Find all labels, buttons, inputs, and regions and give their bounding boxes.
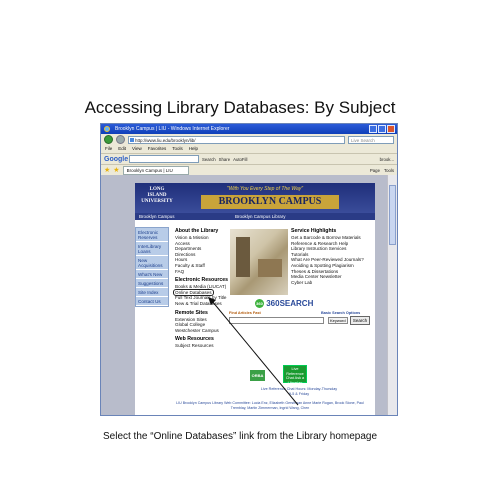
add-favorites-icon[interactable]: ★	[113, 167, 119, 174]
maximize-button[interactable]	[378, 125, 386, 133]
search360-logo: 360 360SEARCH	[255, 299, 314, 309]
remote-heading: Remote Sites	[175, 309, 208, 316]
library-photo	[230, 229, 288, 295]
ask-librarian-button[interactable]: Live Reference Chat Ask a Librarian	[283, 365, 307, 385]
search-type-select[interactable]: Keyword	[328, 317, 348, 324]
slide-title: Accessing Library Databases: By Subject	[84, 98, 396, 117]
globe-icon: 360	[255, 299, 264, 309]
service-column: Service Highlights Get a Barcode & Borro…	[291, 228, 373, 285]
google-toolbar: Google Search Share AutoFill brook...	[101, 153, 397, 164]
share-button[interactable]: Share	[219, 157, 230, 162]
basic-search-options-link[interactable]: Basic Search Options	[321, 311, 360, 315]
sidebar-item-suggestions[interactable]: Suggestions	[136, 279, 168, 288]
sidebar-item-new-acquisitions[interactable]: New Acquisitions	[136, 256, 168, 270]
link-subject-resources[interactable]: Subject Resources	[175, 343, 231, 349]
web-heading: Web Resources	[175, 336, 214, 343]
sidebar-item-contact-us[interactable]: Contact Us	[136, 297, 168, 306]
back-button[interactable]	[104, 135, 113, 144]
menu-view[interactable]: View	[132, 145, 142, 153]
scrollbar-thumb[interactable]	[389, 185, 396, 245]
menu-edit[interactable]: Edit	[118, 145, 126, 153]
link-new-trial-databases[interactable]: New & Trial Databases	[175, 301, 231, 307]
sidebar-item-whats-new[interactable]: What's New	[136, 270, 168, 279]
search360-input[interactable]	[229, 317, 324, 324]
left-link-column: About the Library Vision & Mission Acces…	[173, 228, 231, 349]
tab-bar: ★ ★ Brooklyn Campus | LIU Page Tools	[101, 164, 397, 175]
browser-titlebar: Brooklyn Campus | LIU - Windows Internet…	[101, 124, 397, 134]
address-row: http://www.liu.edu/brooklyn/lib/ Live Se…	[101, 134, 397, 145]
tools-menu[interactable]: Tools	[384, 168, 394, 173]
menu-help[interactable]: Help	[189, 145, 198, 153]
close-button[interactable]	[387, 125, 395, 133]
browser-window: Brooklyn Campus | LIU - Windows Internet…	[100, 123, 398, 416]
sidebar-item-interlibrary-loans[interactable]: InterLibrary Loans	[136, 242, 168, 256]
orbis-logo[interactable]: ORBA	[250, 370, 265, 381]
link-westchester-campus[interactable]: Westchester Campus	[175, 328, 231, 334]
google-search-button[interactable]: Search	[202, 157, 216, 162]
sidebar-item-electronic-reserves[interactable]: Electronic Reserves	[136, 228, 168, 242]
page-menu[interactable]: Page	[370, 168, 380, 173]
browser-title: Brooklyn Campus | LIU - Windows Internet…	[115, 126, 230, 132]
menu-file[interactable]: File	[105, 145, 112, 153]
google-search-input[interactable]	[129, 155, 199, 163]
about-heading: About the Library	[175, 228, 219, 234]
site-footer: LIU Brooklyn Campus Library Web Committe…	[176, 401, 364, 410]
minimize-button[interactable]	[369, 125, 377, 133]
campus-name: BROOKLYN CAMPUS	[201, 195, 339, 209]
google-logo: Google	[104, 155, 129, 163]
link-barcode[interactable]: Get a Barcode & Borrow Materials	[291, 235, 373, 241]
live-search-input[interactable]: Live Search	[348, 135, 394, 144]
service-heading: Service Highlights	[291, 228, 337, 234]
page-viewport: LONG ISLAND UNIVERSITY "With You Every S…	[101, 175, 389, 415]
vertical-scrollbar[interactable]	[387, 175, 397, 415]
site-banner: LONG ISLAND UNIVERSITY "With You Every S…	[135, 183, 375, 213]
electronic-heading: Electronic Resources	[175, 277, 229, 284]
nav-library[interactable]: Brooklyn Campus Library	[235, 213, 286, 220]
autofill-button[interactable]: AutoFill	[233, 157, 247, 162]
chat-hours-text: Live Reference Chat Hours: Monday-Thursd…	[260, 387, 338, 396]
forward-button[interactable]	[116, 135, 125, 144]
site-sidebar: Electronic Reserves InterLibrary Loans N…	[135, 227, 169, 307]
liu-logo[interactable]: LONG ISLAND UNIVERSITY	[140, 187, 174, 207]
menu-favorites[interactable]: Favorites	[148, 145, 167, 153]
find-articles-label: Find Articles Fast	[229, 311, 261, 315]
google-signin-button[interactable]: brook...	[380, 157, 394, 162]
menu-tools[interactable]: Tools	[172, 145, 183, 153]
library-homepage: LONG ISLAND UNIVERSITY "With You Every S…	[135, 183, 375, 415]
favorites-star-icon[interactable]: ★	[104, 167, 110, 174]
link-faq[interactable]: FAQ	[175, 269, 231, 275]
link-cyber-lab[interactable]: Cyber Lab	[291, 280, 373, 286]
address-bar[interactable]: http://www.liu.edu/brooklyn/lib/	[128, 135, 345, 144]
nav-brooklyn-campus[interactable]: Brooklyn Campus	[139, 213, 175, 220]
site-tagline: "With You Every Step of The Way"	[226, 186, 304, 192]
site-nav-strip: Brooklyn Campus Brooklyn Campus Library	[135, 213, 375, 220]
internet-explorer-icon	[104, 126, 110, 132]
tab-brooklyn-campus[interactable]: Brooklyn Campus | LIU	[122, 165, 189, 175]
search-button[interactable]: Search	[350, 316, 370, 325]
slide-caption: Select the “Online Databases” link from …	[102, 431, 378, 442]
menu-bar: File Edit View Favorites Tools Help	[101, 145, 397, 153]
sidebar-item-site-index[interactable]: Site Index	[136, 288, 168, 297]
